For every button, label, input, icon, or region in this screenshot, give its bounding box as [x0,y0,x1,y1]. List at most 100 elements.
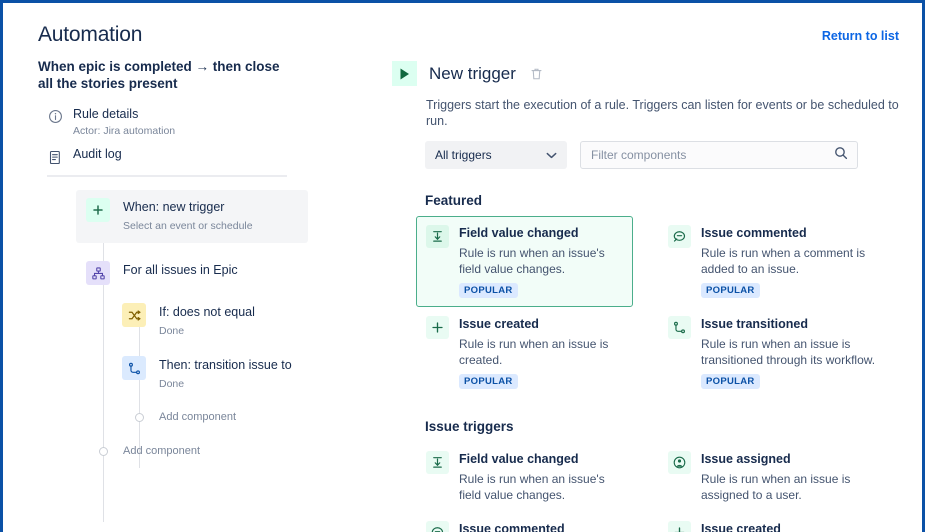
add-component-dot-icon [99,447,108,456]
trigger-card-description: Rule is run when an issue is created. [459,336,623,368]
tree-node-title: If: does not equal [159,305,255,320]
tree-node-title: For all issues in Epic [123,263,238,278]
trigger-card-name: Issue assigned [701,452,888,467]
trigger-card-body: Issue created Rule is run when an issue … [459,316,623,389]
tree-node-if-does-not-equal[interactable]: If: does not equal Done [122,303,338,338]
play-icon [392,61,417,86]
trigger-card-issue-transitioned[interactable]: Issue transitioned Rule is run when an i… [658,307,898,398]
trigger-type-select[interactable]: All triggers [425,141,567,169]
sidebar-item-label: Rule details [73,107,138,121]
field-value-changed-icon [426,451,449,474]
trigger-card-body: Issue created Rule is run when an issue … [701,521,888,532]
sidebar-item-sublabel: Actor: Jira automation [73,124,175,138]
trigger-card-name: Issue created [459,317,623,332]
tree-node-branch-body: For all issues in Epic [123,261,238,278]
rule-tree: When: new trigger Select an event or sch… [38,190,338,457]
trigger-card-issue-commented[interactable]: Issue commented Rule is run when a comme… [658,216,898,307]
status-badge: POPULAR [459,283,518,298]
trigger-picker-panel: New trigger Triggers start the execution… [388,61,922,532]
trigger-type-select-value: All triggers [435,148,492,162]
trigger-card-field-value-changed-2[interactable]: Field value changed Rule is run when an … [416,442,633,512]
trigger-card-issue-commented-2[interactable]: Issue commented Rule is run when a comme… [416,512,633,532]
sidebar-divider [47,175,287,177]
tree-node-when-new-trigger[interactable]: When: new trigger Select an event or sch… [76,190,308,243]
trigger-card-body: Issue transitioned Rule is run when an i… [701,316,888,389]
tree-node-when-body: When: new trigger Select an event or sch… [123,198,253,233]
trigger-card-description: Rule is run when an issue's field value … [459,471,623,503]
trigger-card-name: Issue created [701,522,888,532]
branch-icon [86,261,110,285]
trigger-card-name: Field value changed [459,226,623,241]
trigger-card-name: Field value changed [459,452,623,467]
issue-trigger-grid: Field value changed Rule is run when an … [416,442,916,532]
trigger-card-body: Issue assigned Rule is run when an issue… [701,451,888,503]
transition-icon [122,356,146,380]
chevron-down-icon [546,148,557,162]
rule-title: When epic is completed → then close all … [38,58,288,92]
sidebar-item-label: Audit log [73,146,122,162]
plus-icon [426,316,449,339]
tree-node-action-body: Then: transition issue to Done [159,356,292,391]
field-value-changed-icon [426,225,449,248]
trigger-card-issue-created[interactable]: Issue created Rule is run when an issue … [416,307,633,398]
trigger-card-description: Rule is run when a comment is added to a… [701,245,888,277]
trigger-card-name: Issue transitioned [701,317,888,332]
tree-node-then-transition-issue[interactable]: Then: transition issue to Done [122,356,338,391]
section-title-issue-triggers: Issue triggers [425,419,922,434]
assignee-icon [668,451,691,474]
tree-node-title: Then: transition issue to [159,358,292,373]
add-component-label: Add component [123,445,200,457]
search-input[interactable]: Filter components [591,148,686,162]
add-component-dot-icon [135,413,144,422]
status-badge: POPULAR [459,374,518,389]
trigger-card-description: Rule is run when an issue is assigned to… [701,471,888,503]
page-title: Automation [38,23,142,47]
trigger-panel-controls: All triggers Filter components [425,141,922,169]
trigger-panel-header: New trigger [388,61,922,86]
trigger-card-name: Issue commented [459,522,623,532]
sidebar-item-audit-log[interactable]: Audit log [47,146,388,165]
automation-page: Automation Return to list When epic is c… [3,3,922,532]
info-circle-icon [47,108,63,124]
tree-node-subtitle: Done [159,324,255,338]
tree-node-subtitle: Select an event or schedule [123,219,253,233]
sidebar-item-rule-details-text: Rule details Actor: Jira automation [73,105,175,138]
trigger-card-name: Issue commented [701,226,888,241]
trigger-card-body: Field value changed Rule is run when an … [459,451,623,503]
trigger-panel-description: Triggers start the execution of a rule. … [426,97,922,129]
featured-trigger-grid: Field value changed Rule is run when an … [416,216,916,398]
comment-icon [426,521,449,532]
trigger-card-body: Field value changed Rule is run when an … [459,225,623,298]
comment-icon [668,225,691,248]
browser-frame: Automation Return to list When epic is c… [0,0,925,532]
status-badge: POPULAR [701,374,760,389]
rule-sidebar: When epic is completed → then close all … [3,58,388,532]
plus-icon [86,198,110,222]
sidebar-item-rule-details[interactable]: Rule details Actor: Jira automation [47,105,388,138]
trigger-card-description: Rule is run when an issue is transitione… [701,336,888,368]
tree-node-condition-body: If: does not equal Done [159,303,255,338]
trigger-card-issue-created-2[interactable]: Issue created Rule is run when an issue … [658,512,898,532]
trigger-card-field-value-changed[interactable]: Field value changed Rule is run when an … [416,216,633,307]
audit-log-icon [47,149,63,165]
add-component-outer-button[interactable]: Add component [99,445,338,457]
transition-icon [668,316,691,339]
trigger-panel-title: New trigger [429,64,516,84]
filter-components-search[interactable]: Filter components [580,141,858,169]
tree-node-title: When: new trigger [123,200,253,215]
plus-icon [668,521,691,532]
add-component-inner-button[interactable]: Add component [135,411,338,423]
tree-node-subtitle: Done [159,377,292,391]
trigger-card-body: Issue commented Rule is run when a comme… [701,225,888,298]
trash-icon[interactable] [530,67,543,81]
return-to-list-link[interactable]: Return to list [822,29,899,43]
tree-node-for-all-issues-in-epic[interactable]: For all issues in Epic [86,261,338,285]
section-title-featured: Featured [425,193,922,208]
trigger-card-description: Rule is run when an issue's field value … [459,245,623,277]
status-badge: POPULAR [701,283,760,298]
trigger-card-issue-assigned[interactable]: Issue assigned Rule is run when an issue… [658,442,898,512]
condition-icon [122,303,146,327]
trigger-card-body: Issue commented Rule is run when a comme… [459,521,623,532]
search-icon[interactable] [834,146,848,165]
add-component-label: Add component [159,411,236,423]
